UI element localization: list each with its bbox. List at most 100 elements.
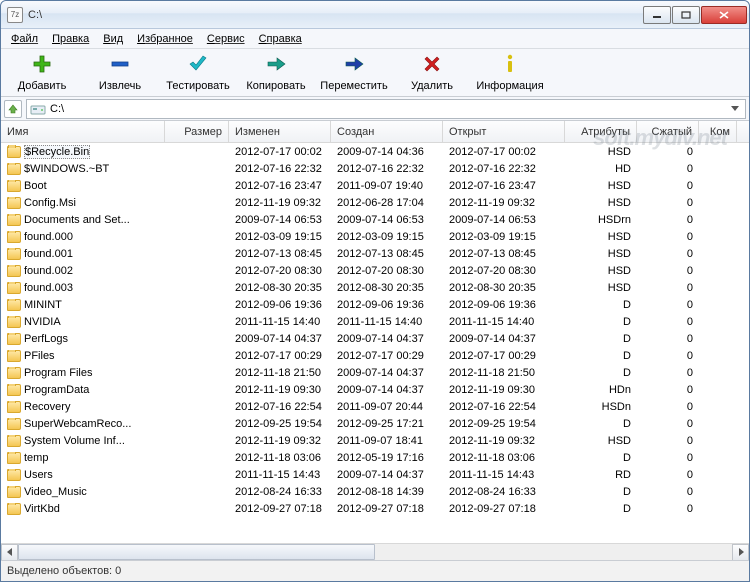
folder-icon: [7, 299, 21, 311]
address-dropdown[interactable]: [728, 106, 742, 112]
table-row[interactable]: System Volume Inf...2012-11-19 09:322011…: [1, 432, 749, 449]
add-icon: [31, 53, 53, 78]
cell-attr: D: [565, 333, 637, 345]
scroll-left-button[interactable]: [1, 544, 18, 561]
cell-modified: 2009-07-14 06:53: [229, 214, 331, 226]
file-list-body[interactable]: $Recycle.Bin2012-07-17 00:022009-07-14 0…: [1, 143, 749, 543]
table-row[interactable]: found.0012012-07-13 08:452012-07-13 08:4…: [1, 245, 749, 262]
table-row[interactable]: $Recycle.Bin2012-07-17 00:022009-07-14 0…: [1, 143, 749, 160]
scroll-thumb[interactable]: [18, 544, 375, 560]
table-row[interactable]: found.0032012-08-30 20:352012-08-30 20:3…: [1, 279, 749, 296]
menu-справка[interactable]: Справка: [253, 31, 308, 47]
close-button[interactable]: [701, 6, 747, 24]
table-row[interactable]: ProgramData2012-11-19 09:302009-07-14 04…: [1, 381, 749, 398]
table-row[interactable]: Users2011-11-15 14:432009-07-14 04:37201…: [1, 466, 749, 483]
folder-icon: [7, 282, 21, 294]
cell-modified: 2012-11-19 09:30: [229, 384, 331, 396]
menu-избранное[interactable]: Избранное: [131, 31, 199, 47]
cell-packed: 0: [637, 248, 699, 260]
file-name: MININT: [24, 299, 62, 311]
menu-сервис[interactable]: Сервис: [201, 31, 251, 47]
folder-icon: [7, 316, 21, 328]
file-name: $Recycle.Bin: [24, 145, 90, 159]
cell-created: 2009-07-14 06:53: [331, 214, 443, 226]
folder-icon: [7, 333, 21, 345]
toolbar-copy-button[interactable]: Копировать: [237, 51, 315, 95]
folder-icon: [7, 350, 21, 362]
cell-modified: 2012-08-24 16:33: [229, 486, 331, 498]
menu-правка[interactable]: Правка: [46, 31, 95, 47]
toolbar-move-button[interactable]: Переместить: [315, 51, 393, 95]
table-row[interactable]: found.0022012-07-20 08:302012-07-20 08:3…: [1, 262, 749, 279]
cell-packed: 0: [637, 214, 699, 226]
up-button[interactable]: [4, 100, 22, 118]
cell-modified: 2012-09-25 19:54: [229, 418, 331, 430]
table-row[interactable]: Documents and Set...2009-07-14 06:532009…: [1, 211, 749, 228]
table-row[interactable]: PerfLogs2009-07-14 04:372009-07-14 04:37…: [1, 330, 749, 347]
table-row[interactable]: VirtKbd2012-09-27 07:182012-09-27 07:182…: [1, 500, 749, 517]
cell-attr: RD: [565, 469, 637, 481]
scroll-right-button[interactable]: [732, 544, 749, 561]
cell-accessed: 2012-08-24 16:33: [443, 486, 565, 498]
cell-modified: 2011-11-15 14:43: [229, 469, 331, 481]
cell-created: 2012-08-30 20:35: [331, 282, 443, 294]
menu-файл[interactable]: Файл: [5, 31, 44, 47]
cell-attr: HSD: [565, 248, 637, 260]
column-header-0[interactable]: Имя: [1, 121, 165, 142]
file-name: Boot: [24, 180, 47, 192]
menu-вид[interactable]: Вид: [97, 31, 129, 47]
toolbar-delete-button[interactable]: Удалить: [393, 51, 471, 95]
column-header-6[interactable]: Сжатый: [637, 121, 699, 142]
address-text: C:\: [50, 103, 64, 115]
cell-attr: HSD: [565, 146, 637, 158]
cell-accessed: 2011-11-15 14:40: [443, 316, 565, 328]
horizontal-scrollbar[interactable]: [1, 543, 749, 560]
column-header-2[interactable]: Изменен: [229, 121, 331, 142]
cell-created: 2012-07-13 08:45: [331, 248, 443, 260]
table-row[interactable]: Video_Music2012-08-24 16:332012-08-18 14…: [1, 483, 749, 500]
cell-packed: 0: [637, 401, 699, 413]
table-row[interactable]: Config.Msi2012-11-19 09:322012-06-28 17:…: [1, 194, 749, 211]
cell-modified: 2011-11-15 14:40: [229, 316, 331, 328]
toolbar-extract-button[interactable]: Извлечь: [81, 51, 159, 95]
table-row[interactable]: PFiles2012-07-17 00:292012-07-17 00:2920…: [1, 347, 749, 364]
table-row[interactable]: NVIDIA2011-11-15 14:402011-11-15 14:4020…: [1, 313, 749, 330]
column-header-row: ИмяРазмерИзмененСозданОткрытАтрибутыСжат…: [1, 121, 749, 143]
maximize-button[interactable]: [672, 6, 700, 24]
toolbar-label: Извлечь: [99, 80, 141, 92]
address-field[interactable]: C:\: [26, 99, 746, 119]
table-row[interactable]: Recovery2012-07-16 22:542011-09-07 20:44…: [1, 398, 749, 415]
app-icon: 7z: [7, 7, 23, 23]
column-header-7[interactable]: Ком: [699, 121, 737, 142]
titlebar[interactable]: 7z C:\: [1, 1, 749, 29]
delete-icon: [421, 53, 443, 78]
cell-modified: 2012-11-18 03:06: [229, 452, 331, 464]
column-header-3[interactable]: Создан: [331, 121, 443, 142]
table-row[interactable]: SuperWebcamReco...2012-09-25 19:542012-0…: [1, 415, 749, 432]
cell-packed: 0: [637, 350, 699, 362]
file-name: PerfLogs: [24, 333, 68, 345]
table-row[interactable]: $WINDOWS.~BT2012-07-16 22:322012-07-16 2…: [1, 160, 749, 177]
table-row[interactable]: MININT2012-09-06 19:362012-09-06 19:3620…: [1, 296, 749, 313]
toolbar-add-button[interactable]: Добавить: [3, 51, 81, 95]
cell-created: 2012-09-06 19:36: [331, 299, 443, 311]
cell-accessed: 2012-07-13 08:45: [443, 248, 565, 260]
cell-accessed: 2012-07-16 23:47: [443, 180, 565, 192]
toolbar-info-button[interactable]: Информация: [471, 51, 549, 95]
toolbar-test-button[interactable]: Тестировать: [159, 51, 237, 95]
minimize-button[interactable]: [643, 6, 671, 24]
table-row[interactable]: temp2012-11-18 03:062012-05-19 17:162012…: [1, 449, 749, 466]
column-header-1[interactable]: Размер: [165, 121, 229, 142]
cell-modified: 2012-07-13 08:45: [229, 248, 331, 260]
cell-attr: D: [565, 316, 637, 328]
column-header-4[interactable]: Открыт: [443, 121, 565, 142]
table-row[interactable]: Boot2012-07-16 23:472011-09-07 19:402012…: [1, 177, 749, 194]
column-header-5[interactable]: Атрибуты: [565, 121, 637, 142]
cell-created: 2012-06-28 17:04: [331, 197, 443, 209]
table-row[interactable]: found.0002012-03-09 19:152012-03-09 19:1…: [1, 228, 749, 245]
table-row[interactable]: Program Files2012-11-18 21:502009-07-14 …: [1, 364, 749, 381]
cell-created: 2012-08-18 14:39: [331, 486, 443, 498]
cell-attr: D: [565, 452, 637, 464]
cell-accessed: 2012-07-16 22:32: [443, 163, 565, 175]
folder-icon: [7, 231, 21, 243]
